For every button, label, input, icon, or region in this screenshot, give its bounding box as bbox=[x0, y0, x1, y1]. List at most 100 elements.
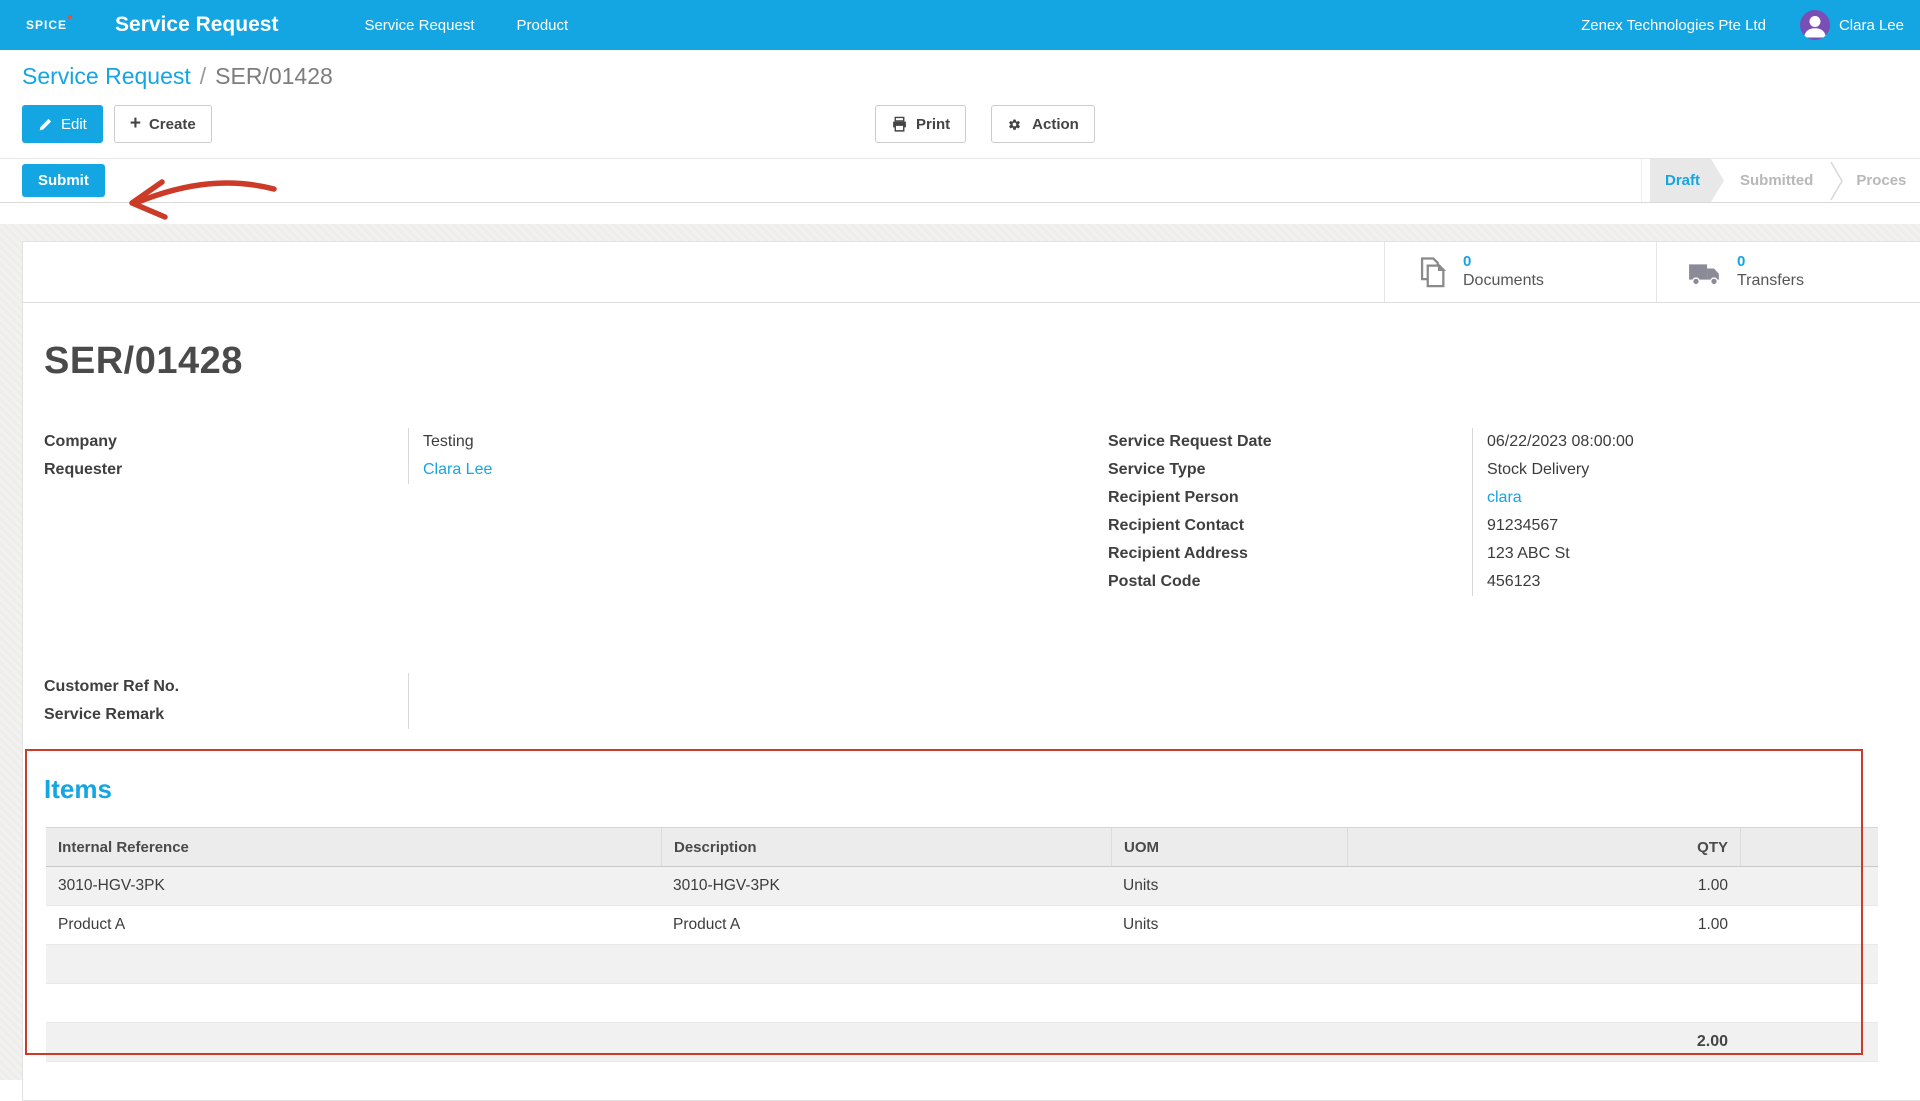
items-table-header: Internal Reference Description UOM QTY bbox=[46, 827, 1878, 867]
user-menu[interactable]: Clara Lee bbox=[1800, 10, 1904, 40]
requester-link[interactable]: Clara Lee bbox=[409, 461, 492, 479]
app-logo[interactable]: SPICE bbox=[26, 18, 67, 32]
cell-qty: 1.00 bbox=[1347, 877, 1740, 895]
field-service-request-date: Service Request Date 06/22/2023 08:00:00 bbox=[1108, 428, 1753, 456]
content-area: 0 Documents 0 Transfers SER/01428 Compan… bbox=[0, 224, 1920, 1080]
cell-description: 3010-HGV-3PK bbox=[661, 877, 1111, 895]
field-recipient-contact: Recipient Contact 91234567 bbox=[1108, 512, 1753, 540]
breadcrumb-separator: / bbox=[200, 63, 206, 89]
status-step-processed[interactable]: Proces bbox=[1844, 159, 1906, 202]
truck-icon bbox=[1687, 255, 1723, 289]
create-button-label: Create bbox=[149, 116, 196, 133]
edit-button[interactable]: Edit bbox=[22, 105, 103, 143]
column-header-extra bbox=[1740, 828, 1878, 866]
user-name: Clara Lee bbox=[1839, 17, 1904, 34]
menu-item-service-request[interactable]: Service Request bbox=[364, 17, 474, 34]
field-groups: Company Testing Requester Clara Lee Serv… bbox=[23, 428, 1920, 596]
status-step-draft[interactable]: Draft bbox=[1650, 159, 1724, 202]
print-button-label: Print bbox=[916, 116, 950, 133]
field-value: 91234567 bbox=[1473, 517, 1558, 535]
recipient-person-link[interactable]: clara bbox=[1473, 489, 1522, 507]
smart-button-row: 0 Documents 0 Transfers bbox=[23, 242, 1920, 303]
top-navbar: SPICE Service Request Service Request Pr… bbox=[0, 0, 1920, 50]
submit-button[interactable]: Submit bbox=[22, 164, 105, 197]
transfers-count: 0 bbox=[1737, 253, 1804, 272]
menu-item-product[interactable]: Product bbox=[517, 17, 569, 34]
documents-count: 0 bbox=[1463, 253, 1544, 272]
field-recipient-address: Recipient Address 123 ABC St bbox=[1108, 540, 1753, 568]
person-icon bbox=[1800, 10, 1830, 40]
status-step-submitted[interactable]: Submitted bbox=[1724, 159, 1829, 202]
edit-button-label: Edit bbox=[61, 116, 87, 133]
items-table: Internal Reference Description UOM QTY 3… bbox=[46, 827, 1878, 1062]
column-header-internal-reference: Internal Reference bbox=[46, 839, 661, 856]
field-value: 06/22/2023 08:00:00 bbox=[1473, 433, 1634, 451]
table-row-empty bbox=[46, 945, 1878, 984]
field-requester: Requester Clara Lee bbox=[44, 456, 661, 484]
documents-smart-button[interactable]: 0 Documents bbox=[1384, 242, 1656, 302]
column-header-qty: QTY bbox=[1347, 828, 1740, 866]
field-label: Requester bbox=[44, 456, 409, 484]
gear-icon bbox=[1007, 116, 1024, 133]
field-recipient-person: Recipient Person clara bbox=[1108, 484, 1753, 512]
field-label: Service Remark bbox=[44, 701, 409, 729]
cell-internal-reference: 3010-HGV-3PK bbox=[46, 877, 661, 895]
transfers-label: Transfers bbox=[1737, 271, 1804, 291]
plus-icon: + bbox=[130, 114, 141, 133]
field-value: 123 ABC St bbox=[1473, 545, 1570, 563]
pencil-icon bbox=[38, 117, 53, 132]
action-button-label: Action bbox=[1032, 116, 1079, 133]
field-label: Customer Ref No. bbox=[44, 673, 409, 701]
app-title: Service Request bbox=[115, 13, 278, 37]
print-button[interactable]: Print bbox=[875, 105, 966, 143]
create-button[interactable]: + Create bbox=[114, 105, 212, 143]
documents-label: Documents bbox=[1463, 271, 1544, 291]
cell-internal-reference: Product A bbox=[46, 916, 661, 934]
table-row[interactable]: Product A Product A Units 1.00 bbox=[46, 906, 1878, 945]
table-row[interactable]: 3010-HGV-3PK 3010-HGV-3PK Units 1.00 bbox=[46, 867, 1878, 906]
action-bar: Submit Draft Submitted Proces bbox=[0, 158, 1920, 203]
field-label: Recipient Person bbox=[1108, 484, 1473, 512]
breadcrumb: Service Request / SER/01428 bbox=[22, 63, 1920, 90]
column-header-uom: UOM bbox=[1111, 828, 1347, 866]
avatar bbox=[1800, 10, 1830, 40]
field-value: 456123 bbox=[1473, 573, 1540, 591]
transfers-smart-button[interactable]: 0 Transfers bbox=[1656, 242, 1920, 302]
total-qty: 2.00 bbox=[1347, 1033, 1740, 1051]
breadcrumb-current: SER/01428 bbox=[215, 63, 333, 89]
table-total-row: 2.00 bbox=[46, 1023, 1878, 1062]
field-value: Stock Delivery bbox=[1473, 461, 1589, 479]
field-group-extra: Customer Ref No. Service Remark bbox=[44, 673, 661, 729]
logo-mark bbox=[68, 15, 72, 19]
field-postal-code: Postal Code 456123 bbox=[1108, 568, 1753, 596]
cell-description: Product A bbox=[661, 916, 1111, 934]
action-button[interactable]: Action bbox=[991, 105, 1095, 143]
field-service-type: Service Type Stock Delivery bbox=[1108, 456, 1753, 484]
control-panel: Service Request/SER/01428 Edit + Create … bbox=[0, 50, 1920, 158]
cell-uom: Units bbox=[1111, 877, 1347, 895]
field-group-left: Company Testing Requester Clara Lee bbox=[44, 428, 661, 596]
printer-icon bbox=[891, 116, 908, 133]
chevron-right-icon bbox=[1829, 159, 1844, 202]
field-label: Postal Code bbox=[1108, 568, 1473, 596]
column-header-description: Description bbox=[661, 828, 1111, 866]
navbar-right: Zenex Technologies Pte Ltd Clara Lee bbox=[1581, 10, 1920, 40]
company-switcher[interactable]: Zenex Technologies Pte Ltd bbox=[1581, 17, 1766, 34]
statusbar: Draft Submitted Proces bbox=[1641, 159, 1906, 202]
navbar-menu: Service Request Product bbox=[364, 17, 568, 34]
field-label: Service Request Date bbox=[1108, 428, 1473, 456]
pages-icon bbox=[1415, 255, 1449, 289]
field-value: Testing bbox=[409, 433, 474, 451]
field-label: Service Type bbox=[1108, 456, 1473, 484]
items-section-title: Items bbox=[44, 774, 1920, 805]
table-row-empty bbox=[46, 984, 1878, 1023]
breadcrumb-parent[interactable]: Service Request bbox=[22, 63, 191, 89]
field-customer-ref-no: Customer Ref No. bbox=[44, 673, 661, 701]
field-label: Company bbox=[44, 428, 409, 456]
cell-uom: Units bbox=[1111, 916, 1347, 934]
cell-qty: 1.00 bbox=[1347, 916, 1740, 934]
field-label: Recipient Address bbox=[1108, 540, 1473, 568]
field-group-right: Service Request Date 06/22/2023 08:00:00… bbox=[1108, 428, 1753, 596]
form-sheet: 0 Documents 0 Transfers SER/01428 Compan… bbox=[22, 241, 1920, 1101]
record-title: SER/01428 bbox=[44, 340, 1920, 383]
